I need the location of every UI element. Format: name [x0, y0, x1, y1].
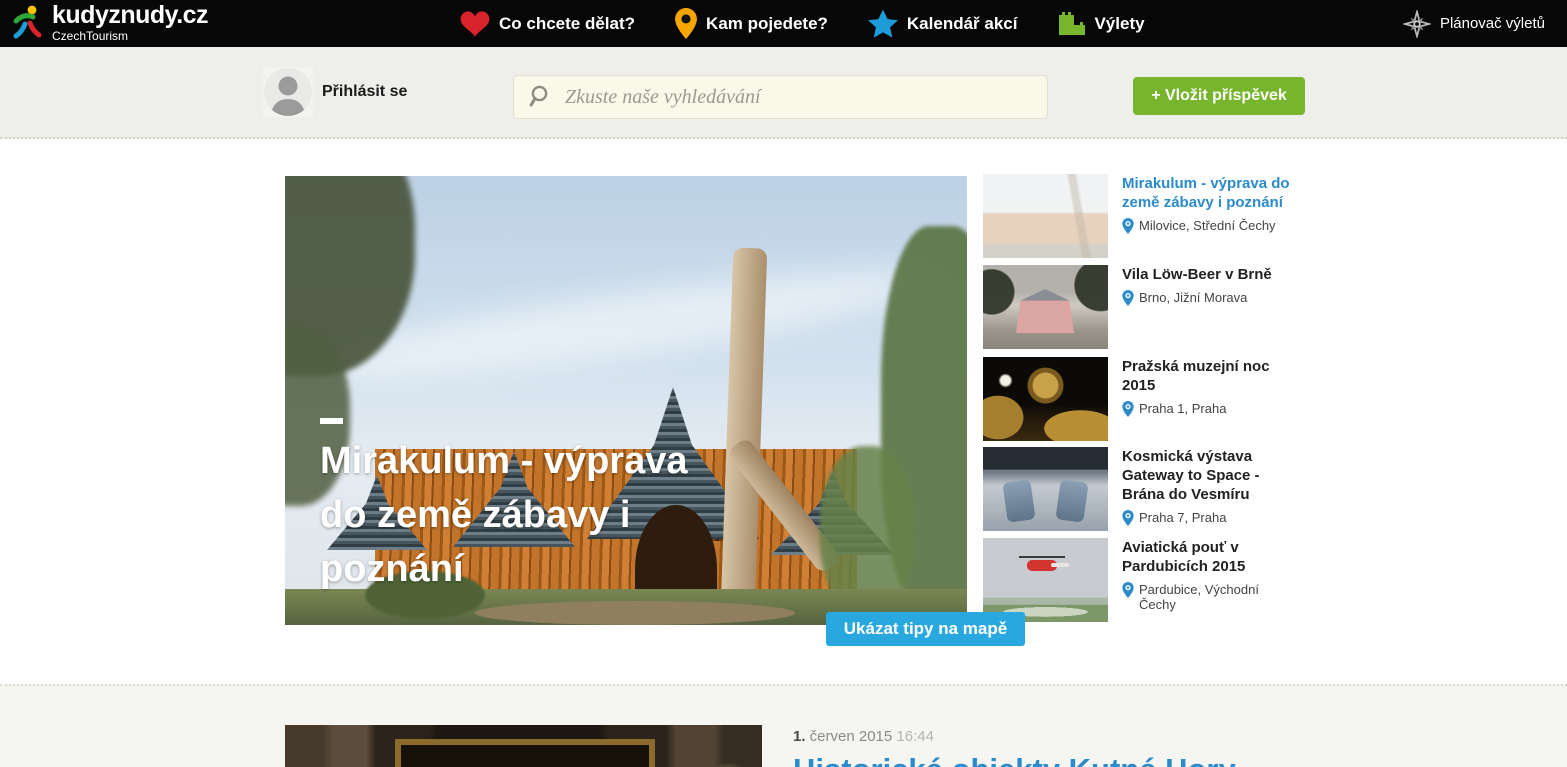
menu-item-kam-pojedete[interactable]: Kam pojedete?	[675, 8, 828, 39]
location-pin-icon	[1122, 582, 1134, 598]
thumbnail-villa[interactable]	[983, 265, 1108, 349]
villa-shape	[1016, 289, 1074, 333]
search-header-bar: Přihlásit se + Vložit příspěvek	[0, 47, 1567, 139]
menu-label: Co chcete dělat?	[499, 14, 635, 34]
location-pin-icon	[1122, 218, 1134, 234]
star-icon	[868, 9, 898, 38]
sidebar-item-prazska-muzejni-noc[interactable]: Pražská muzejní noc 2015 Praha 1, Praha	[983, 357, 1295, 441]
sidebar-item-location: Brno, Jižní Morava	[1122, 290, 1295, 306]
add-post-button[interactable]: + Vložit příspěvek	[1133, 77, 1305, 115]
hero-title-line: poznání	[320, 542, 687, 596]
show-tips-on-map-button[interactable]: Ukázat tipy na mapě	[826, 612, 1025, 646]
thumbnail-helicopter[interactable]	[983, 538, 1108, 622]
brand-name: kudyznudy.cz	[52, 3, 208, 28]
heart-icon	[460, 10, 490, 37]
sidebar-item-aviaticka-pout[interactable]: Aviatická pouť v Pardubicích 2015 Pardub…	[983, 538, 1295, 622]
logo-text: kudyznudy.cz CzechTourism	[52, 3, 208, 42]
castle-icon	[1057, 11, 1085, 37]
location-pin-icon	[1122, 510, 1134, 526]
date-day: 1.	[793, 728, 806, 745]
sidebar-item-meta: Kosmická výstava Gateway to Space - Brán…	[1122, 447, 1295, 531]
sidebar-item-vila-low-beer[interactable]: Vila Löw-Beer v Brně Brno, Jižní Morava	[983, 265, 1295, 349]
planner-label: Plánovač výletů	[1440, 15, 1545, 32]
location-text: Praha 7, Praha	[1139, 510, 1226, 525]
article-feed-section: 1. červen 2015 16:44 Historické objekty …	[0, 684, 1567, 767]
menu-label: Výlety	[1094, 14, 1144, 34]
sidebar-item-mirakulum[interactable]: Mirakulum - výprava do země zábavy i poz…	[983, 174, 1295, 258]
sidebar-item-location: Pardubice, Východní Čechy	[1122, 582, 1295, 612]
location-pin-icon	[1122, 290, 1134, 306]
search-icon	[529, 85, 553, 109]
sidebar-item-title[interactable]: Vila Löw-Beer v Brně	[1122, 265, 1295, 284]
sidebar-item-title[interactable]: Pražská muzejní noc 2015	[1122, 357, 1295, 395]
trip-planner-link[interactable]: Plánovač výletů	[1403, 0, 1545, 47]
date-time: 16:44	[896, 728, 934, 745]
hero-image-mirakulum[interactable]: Mirakulum - výprava do země zábavy i poz…	[285, 176, 967, 625]
sidebar-item-title[interactable]: Aviatická pouť v Pardubicích 2015	[1122, 538, 1295, 576]
location-text: Pardubice, Východní Čechy	[1139, 582, 1295, 612]
avatar[interactable]	[263, 67, 313, 117]
sidebar-item-location: Milovice, Střední Čechy	[1122, 218, 1295, 234]
sidebar-item-meta: Vila Löw-Beer v Brně Brno, Jižní Morava	[1122, 265, 1295, 349]
thumbnail-night-church[interactable]	[983, 357, 1108, 441]
brand-subtitle: CzechTourism	[52, 30, 208, 42]
helicopter-rotor	[1019, 556, 1065, 558]
helicopter-tail	[1051, 563, 1069, 567]
kudyznudy-figure-icon	[12, 4, 44, 42]
caption-dash	[320, 418, 343, 424]
compass-icon	[1403, 10, 1431, 38]
sidebar-item-title[interactable]: Kosmická výstava Gateway to Space - Brán…	[1122, 447, 1295, 504]
location-text: Brno, Jižní Morava	[1139, 290, 1247, 305]
sidebar-item-meta: Mirakulum - výprava do země zábavy i poz…	[1122, 174, 1295, 258]
user-silhouette-icon	[263, 67, 313, 117]
dirt-path	[475, 601, 795, 625]
main-menu: Co chcete dělat? Kam pojedete? Kalendář …	[460, 0, 1145, 47]
cockpit-seat	[1002, 479, 1035, 523]
sidebar-item-meta: Aviatická pouť v Pardubicích 2015 Pardub…	[1122, 538, 1295, 622]
search-box	[513, 75, 1048, 119]
top-navigation-bar: kudyznudy.cz CzechTourism Co chcete děla…	[0, 0, 1567, 47]
sidebar-item-location: Praha 7, Praha	[1122, 510, 1295, 526]
location-text: Praha 1, Praha	[1139, 401, 1226, 416]
menu-label: Kalendář akcí	[907, 14, 1018, 34]
menu-item-kalendar-akci[interactable]: Kalendář akcí	[868, 9, 1018, 38]
article-date: 1. červen 2015 16:44	[793, 728, 934, 745]
sidebar-item-title[interactable]: Mirakulum - výprava do země zábavy i poz…	[1122, 174, 1295, 212]
map-pin-icon	[675, 8, 697, 39]
login-link[interactable]: Přihlásit se	[322, 83, 407, 101]
article-title[interactable]: Historické objekty Kutné Hory	[793, 752, 1236, 767]
menu-item-vylety[interactable]: Výlety	[1057, 11, 1144, 37]
active-overlay	[983, 174, 1108, 258]
search-input[interactable]	[565, 77, 1047, 117]
sidebar-item-gateway-to-space[interactable]: Kosmická výstava Gateway to Space - Brán…	[983, 447, 1295, 531]
site-logo[interactable]: kudyznudy.cz CzechTourism	[12, 3, 208, 42]
thumbnail-wooden-castle[interactable]	[983, 174, 1108, 258]
hero-title-line: do země zábavy i	[320, 488, 687, 542]
article-image-church-interior[interactable]	[285, 725, 762, 767]
thumbnail-spacecraft-cockpit[interactable]	[983, 447, 1108, 531]
altar-frame	[395, 739, 655, 767]
main-content: Mirakulum - výprava do země zábavy i poz…	[0, 139, 1567, 684]
cockpit-seat	[1055, 479, 1088, 523]
sidebar-item-location: Praha 1, Praha	[1122, 401, 1295, 417]
hero-title-line: Mirakulum - výprava	[320, 434, 687, 488]
menu-item-co-chcete-delat[interactable]: Co chcete dělat?	[460, 10, 635, 37]
date-month: červen 2015	[806, 728, 897, 745]
hero-caption: Mirakulum - výprava do země zábavy i poz…	[320, 418, 687, 596]
menu-label: Kam pojedete?	[706, 14, 828, 34]
location-pin-icon	[1122, 401, 1134, 417]
sidebar-item-meta: Pražská muzejní noc 2015 Praha 1, Praha	[1122, 357, 1295, 441]
location-text: Milovice, Střední Čechy	[1139, 218, 1276, 233]
